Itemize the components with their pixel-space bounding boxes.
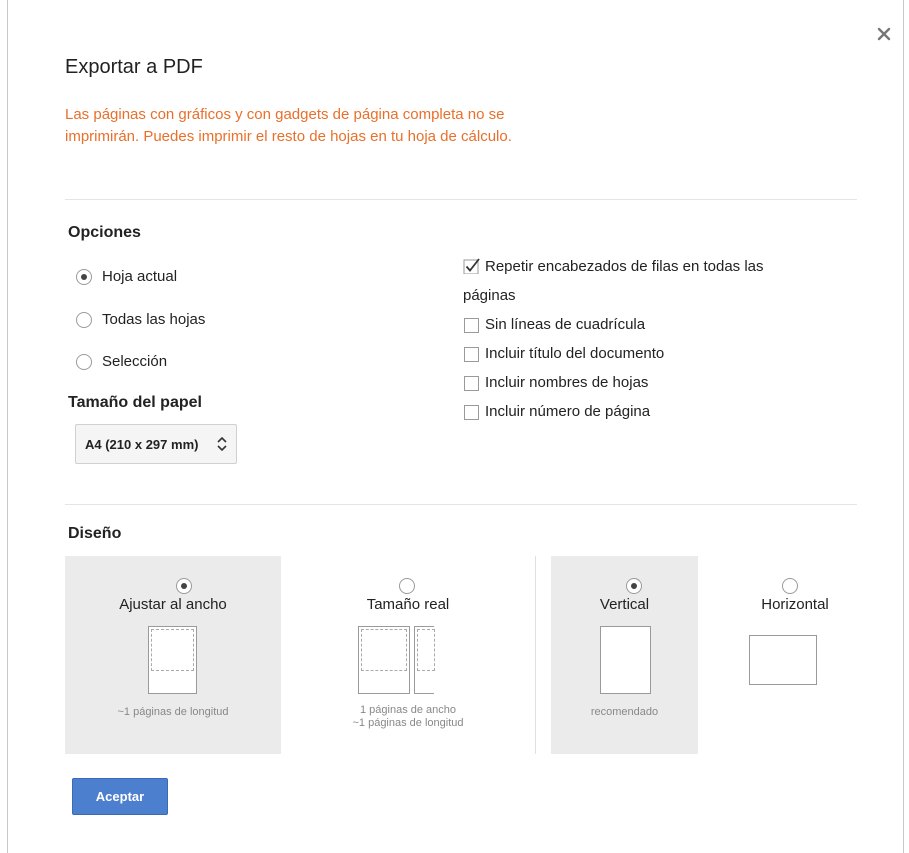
option-fit-width-label: Ajustar al ancho — [119, 596, 227, 613]
option-portrait-radio[interactable] — [626, 578, 642, 594]
close-button[interactable] — [874, 24, 894, 44]
warning-message: Las páginas con gráficos y con gadgets d… — [65, 106, 512, 145]
checkbox-repeat-headers-line2: páginas — [463, 287, 516, 304]
option-landscape-label: Horizontal — [761, 596, 829, 613]
radio-all-sheets-label: Todas las hojas — [102, 311, 206, 328]
fit-width-page-icon — [148, 626, 197, 694]
checkbox-sheet-names-input[interactable] — [464, 376, 479, 391]
landscape-page-icon — [749, 635, 817, 685]
option-portrait-sub: recomendado — [590, 706, 659, 718]
actual-size-page-icon-2 — [414, 626, 435, 694]
checkbox-repeat-headers-line1: Repetir encabezados de filas en todas la… — [485, 258, 764, 275]
checkbox-no-gridlines[interactable]: Sin líneas de cuadrícula — [464, 316, 645, 333]
checkbox-repeat-headers-input[interactable] — [463, 258, 480, 275]
checkbox-no-gridlines-input[interactable] — [464, 318, 479, 333]
export-pdf-dialog: Exportar a PDF Las páginas con gráficos … — [7, 0, 904, 853]
radio-current-sheet-label: Hoja actual — [102, 268, 178, 285]
radio-current-sheet[interactable]: Hoja actual — [76, 268, 177, 285]
close-icon — [877, 27, 891, 41]
radio-all-sheets[interactable]: Todas las hojas — [76, 311, 205, 328]
paper-size-value: A4 (210 x 297 mm) — [85, 436, 199, 452]
option-landscape-radio[interactable] — [782, 578, 798, 594]
option-fit-width-radio[interactable] — [176, 578, 192, 594]
option-actual-size[interactable]: Tamaño real 1 páginas de ancho ~1 página… — [289, 556, 527, 754]
select-arrows-icon — [217, 437, 227, 451]
divider-bottom — [65, 504, 857, 505]
radio-all-sheets-input[interactable] — [76, 311, 92, 328]
checkbox-page-numbers-input[interactable] — [464, 405, 479, 420]
layout-separator — [535, 556, 536, 754]
option-portrait-label: Vertical — [599, 596, 650, 613]
radio-selection-label: Selección — [102, 353, 168, 370]
radio-selection[interactable]: Selección — [76, 353, 167, 370]
option-fit-width[interactable]: Ajustar al ancho ~1 páginas de longitud — [65, 556, 281, 754]
option-actual-size-sub2: ~1 páginas de longitud — [352, 717, 464, 729]
paper-size-select[interactable]: A4 (210 x 297 mm) — [75, 424, 237, 464]
option-landscape[interactable]: Horizontal — [720, 556, 870, 754]
option-actual-size-radio[interactable] — [399, 578, 415, 594]
option-actual-size-label: Tamaño real — [366, 596, 450, 613]
radio-selection-input[interactable] — [76, 353, 92, 370]
option-actual-size-sub1: 1 páginas de ancho — [359, 704, 457, 716]
checkbox-page-numbers[interactable]: Incluir número de página — [464, 403, 650, 420]
checkbox-sheet-names-label: Incluir nombres de hojas — [485, 374, 649, 391]
checkmark-icon — [463, 258, 480, 274]
checkbox-sheet-names[interactable]: Incluir nombres de hojas — [464, 374, 648, 391]
checkbox-page-numbers-label: Incluir número de página — [485, 403, 651, 420]
option-portrait[interactable]: Vertical recomendado — [551, 556, 698, 754]
checkbox-doc-title-label: Incluir título del documento — [485, 345, 665, 362]
checkbox-repeat-headers-label: Repetir encabezados de filas en todas la… — [463, 252, 764, 310]
layout-title: Diseño — [68, 525, 122, 542]
divider-top — [65, 199, 857, 200]
option-fit-width-sub: ~1 páginas de longitud — [117, 706, 229, 718]
actual-size-page-icon-1 — [358, 626, 410, 694]
portrait-page-icon — [600, 626, 651, 694]
paper-size-title: Tamaño del papel — [68, 394, 202, 411]
radio-current-sheet-input[interactable] — [76, 268, 92, 285]
checkbox-doc-title[interactable]: Incluir título del documento — [464, 345, 664, 362]
options-title: Opciones — [68, 224, 141, 241]
checkbox-no-gridlines-label: Sin líneas de cuadrícula — [485, 316, 646, 333]
accept-button[interactable]: Aceptar — [72, 778, 168, 815]
checkbox-doc-title-input[interactable] — [464, 347, 479, 362]
checkbox-repeat-headers[interactable]: Repetir encabezados de filas en todas la… — [463, 258, 764, 310]
dialog-title: Exportar a PDF — [65, 56, 203, 78]
